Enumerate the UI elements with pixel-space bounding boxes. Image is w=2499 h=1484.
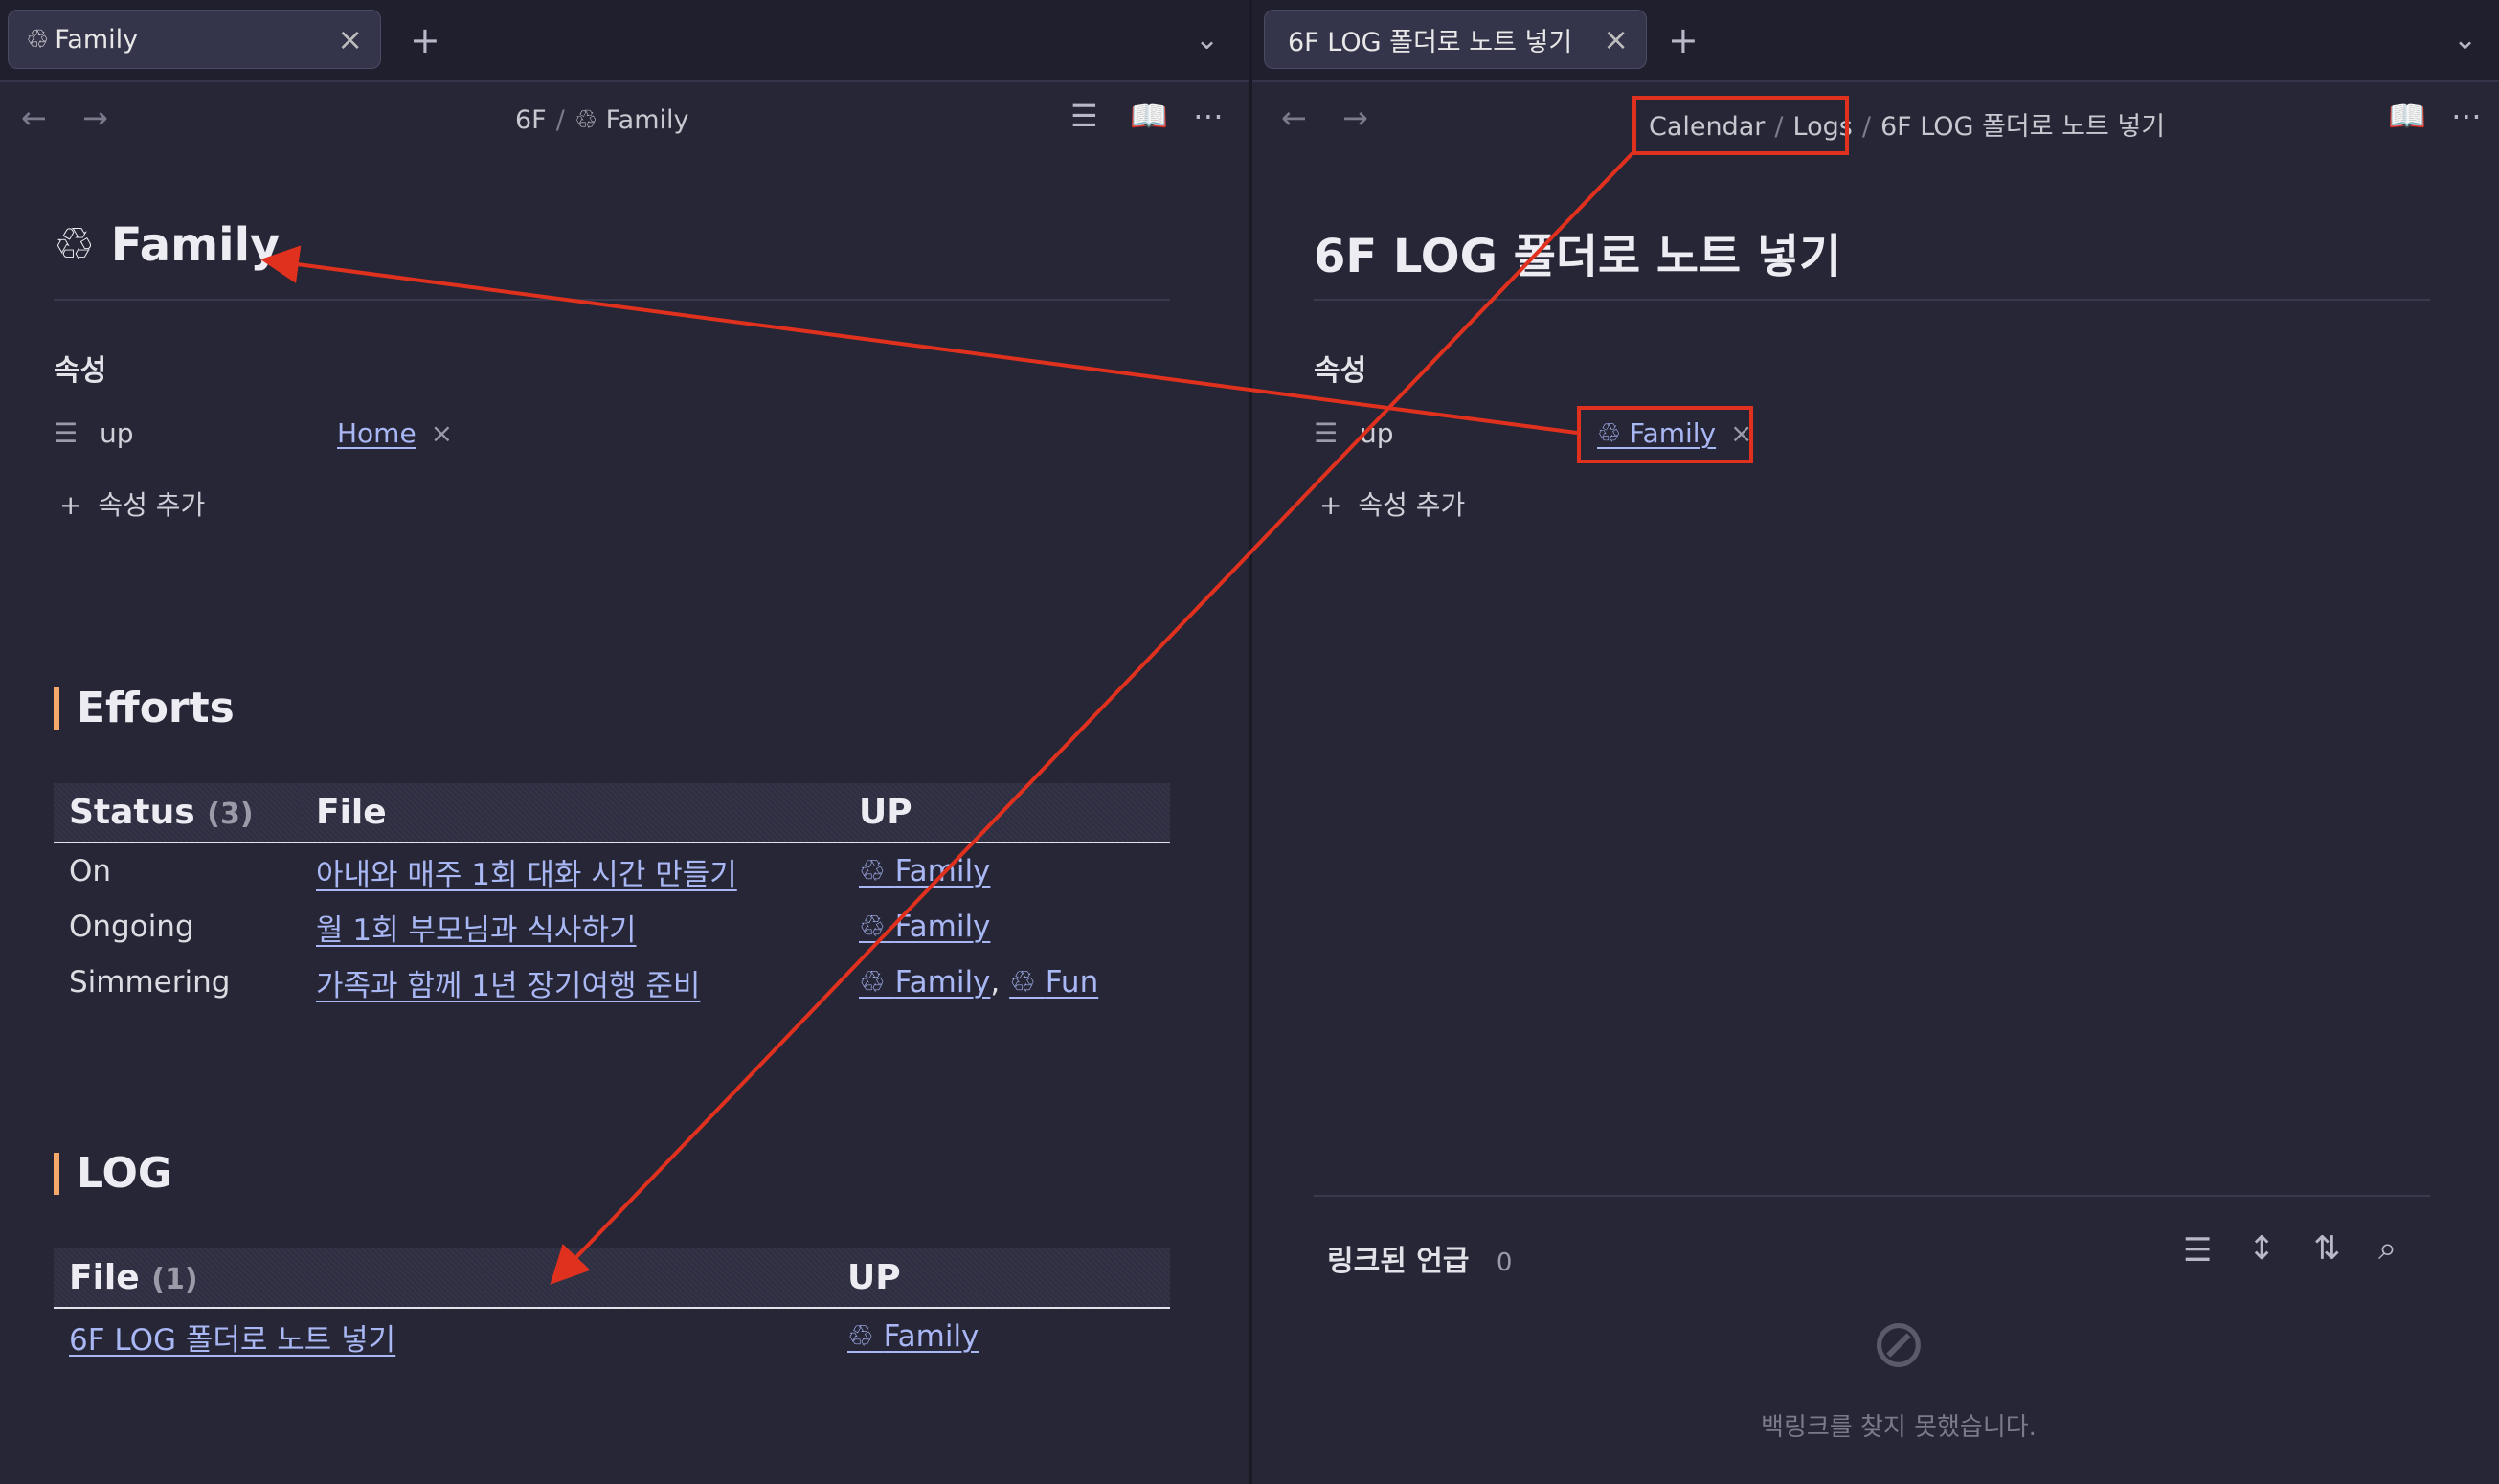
arrow-to-family-title — [260, 245, 1578, 435]
annotation-arrows — [260, 151, 1634, 1285]
arrow-to-log-table — [550, 151, 1634, 1285]
